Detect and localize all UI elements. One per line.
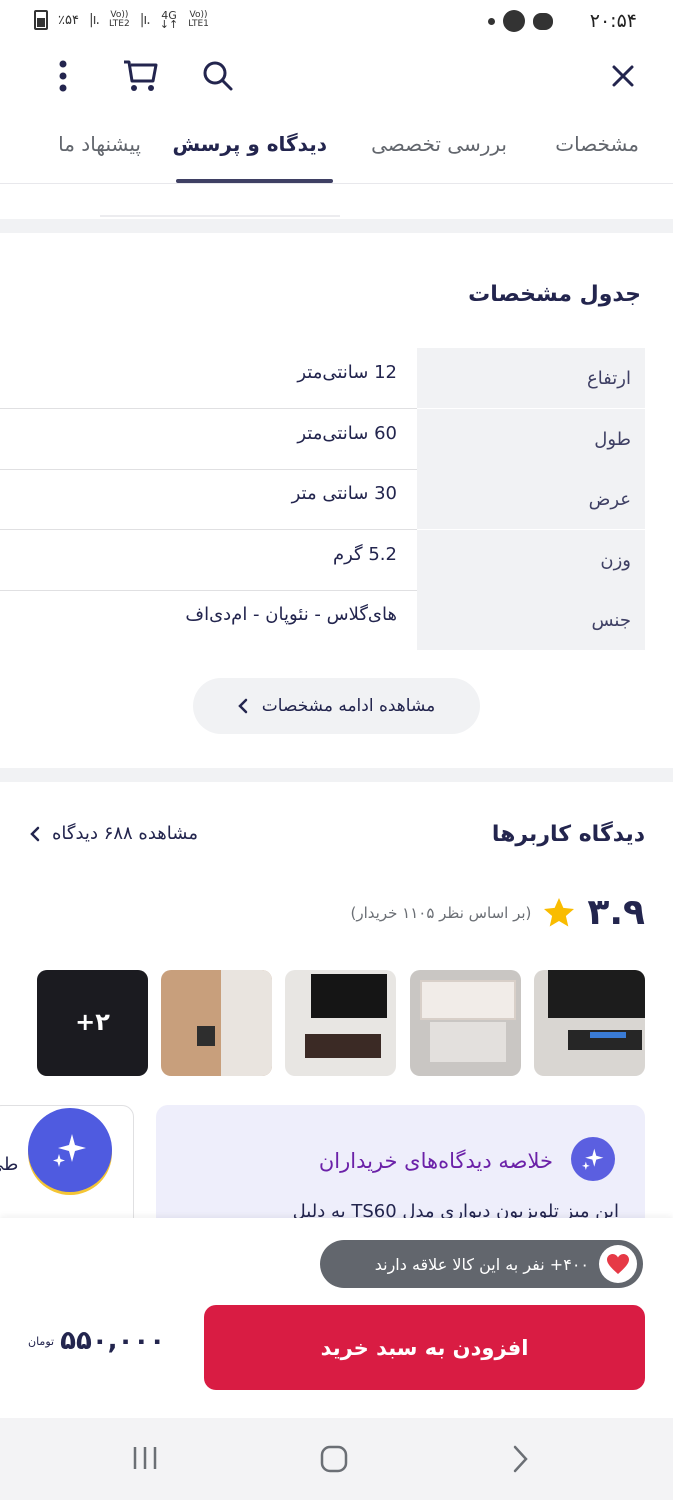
recent-apps-icon xyxy=(133,1447,157,1469)
view-more-specs-button[interactable]: مشاهده ادامه مشخصات xyxy=(193,678,480,734)
device-shape xyxy=(590,1032,626,1038)
side-card-text: طی xyxy=(0,1154,19,1175)
spec-key: طول xyxy=(417,409,645,469)
volte-label-2: Vo)) LTE1 xyxy=(188,10,209,29)
scroll-hint-line xyxy=(100,215,340,217)
bracket-shape xyxy=(197,1026,215,1046)
review-photo[interactable] xyxy=(534,970,645,1076)
battery-percent: ٪۵۴ xyxy=(58,12,79,28)
chevron-left-icon xyxy=(30,826,40,841)
spec-row: طول 60 سانتی‌متر xyxy=(0,409,645,470)
network-label: 4G ↓↑ xyxy=(159,9,179,31)
section-divider xyxy=(0,219,673,233)
more-photos-count: +۲ xyxy=(75,1008,110,1036)
tab-specs[interactable]: مشخصات xyxy=(555,132,639,156)
ai-assistant-button[interactable] xyxy=(28,1108,112,1192)
tab-reviews-questions[interactable]: دیدگاه و پرسش xyxy=(172,132,327,156)
active-tab-indicator xyxy=(176,179,333,183)
reviews-title: دیدگاه کاربرها xyxy=(491,822,645,847)
shelf-shape xyxy=(420,980,516,1020)
spec-row: وزن 5.2 گرم xyxy=(0,530,645,591)
spec-row: عرض 30 سانتی متر xyxy=(0,469,645,530)
ai-summary-title: خلاصه دیدگاه‌های خریداران xyxy=(318,1149,553,1173)
rating-value: ۳.۹ xyxy=(587,892,645,933)
review-photo[interactable] xyxy=(285,970,396,1076)
add-to-cart-button[interactable]: افزودن به سبد خرید xyxy=(204,1305,645,1390)
home-icon xyxy=(320,1445,348,1473)
interest-badge: ۴۰۰+ نفر به این کالا علاقه دارند xyxy=(320,1240,643,1288)
back-icon xyxy=(513,1445,528,1473)
spec-value: 60 سانتی‌متر xyxy=(297,423,397,444)
price-amount: ۵۵۰,۰۰۰ xyxy=(60,1326,166,1356)
top-toolbar xyxy=(0,44,673,108)
system-nav-bar xyxy=(0,1418,673,1500)
volte-label: Vo)) LTE2 xyxy=(109,10,130,29)
spec-row: جنس های‌گلاس - نئوپان - ام‌دی‌اف xyxy=(0,590,645,650)
spec-value: 12 سانتی‌متر xyxy=(297,362,397,383)
dot-icon xyxy=(488,17,495,25)
sparkle-icon xyxy=(581,1148,604,1171)
ai-badge xyxy=(571,1137,615,1181)
rating-count: (بر اساس نظر ۱۱۰۵ خریدار) xyxy=(350,903,532,922)
shelf-shape xyxy=(305,1034,381,1058)
product-tabs: مشخصات بررسی تخصصی دیدگاه و پرسش پیشنهاد… xyxy=(0,112,673,184)
more-vertical-icon[interactable] xyxy=(43,56,83,96)
chat-icon xyxy=(533,12,553,30)
face-icon xyxy=(503,10,525,32)
back-button[interactable] xyxy=(510,1444,530,1478)
view-all-reviews-label: مشاهده ۶۸۸ دیدگاه xyxy=(52,823,198,844)
close-icon[interactable] xyxy=(603,56,643,96)
bottom-action-bar: ۴۰۰+ نفر به این کالا علاقه دارند افزودن … xyxy=(0,1218,673,1418)
signal-icon-2: |ı. xyxy=(139,12,151,28)
home-button[interactable] xyxy=(319,1444,349,1478)
spec-value: های‌گلاس - نئوپان - ام‌دی‌اف xyxy=(185,604,397,625)
battery-icon xyxy=(34,10,48,30)
wall-shape xyxy=(221,970,272,1076)
status-right-icons xyxy=(488,10,553,32)
spec-key: عرض xyxy=(417,469,645,529)
spec-key: وزن xyxy=(417,530,645,590)
clock: ۲۰:۵۴ xyxy=(589,10,637,32)
tv-shape xyxy=(548,970,645,1018)
review-photo[interactable] xyxy=(410,970,521,1076)
section-divider xyxy=(0,768,673,782)
tab-expert-review[interactable]: بررسی تخصصی xyxy=(371,132,507,156)
currency-label: تومان xyxy=(28,1334,55,1348)
tab-recommendations[interactable]: پیشنهاد ما xyxy=(58,132,141,156)
sparkle-icon xyxy=(53,1134,86,1167)
star-icon xyxy=(544,897,575,926)
spec-key: ارتفاع xyxy=(417,348,645,408)
status-bar: ٪۵۴ |ı. Vo)) LTE2 |ı. 4G ↓↑ Vo)) LTE1 ۲۰:۵۴ xyxy=(0,0,673,44)
heart-icon xyxy=(599,1245,637,1283)
spec-value: 30 سانتی متر xyxy=(291,483,397,504)
specs-title: جدول مشخصات xyxy=(468,282,641,307)
recent-apps-button[interactable] xyxy=(131,1444,159,1476)
more-photos-button[interactable]: +۲ xyxy=(37,970,148,1076)
cart-icon[interactable] xyxy=(120,56,160,96)
signal-icon: |ı. xyxy=(88,12,100,28)
interest-text: ۴۰۰+ نفر به این کالا علاقه دارند xyxy=(374,1254,589,1274)
view-more-specs-label: مشاهده ادامه مشخصات xyxy=(261,696,436,716)
spec-row: ارتفاع 12 سانتی‌متر xyxy=(0,348,645,409)
chevron-left-icon xyxy=(237,698,248,714)
search-icon[interactable] xyxy=(198,56,238,96)
rating-summary: ۳.۹ (بر اساس نظر ۱۱۰۵ خریدار) xyxy=(351,892,645,933)
ai-summary-card[interactable]: خلاصه دیدگاه‌های خریداران این میز تلویزی… xyxy=(156,1105,645,1235)
spec-value: 5.2 گرم xyxy=(332,544,397,565)
price: تومان ۵۵۰,۰۰۰ xyxy=(28,1326,165,1356)
review-photo[interactable] xyxy=(161,970,272,1076)
status-left-icons: ٪۵۴ |ı. Vo)) LTE2 |ı. 4G ↓↑ Vo)) LTE1 xyxy=(34,10,209,30)
view-all-reviews-link[interactable]: مشاهده ۶۸۸ دیدگاه xyxy=(30,823,198,844)
wall-shape xyxy=(430,1022,506,1062)
spec-key: جنس xyxy=(417,590,645,650)
tv-shape xyxy=(311,974,387,1018)
